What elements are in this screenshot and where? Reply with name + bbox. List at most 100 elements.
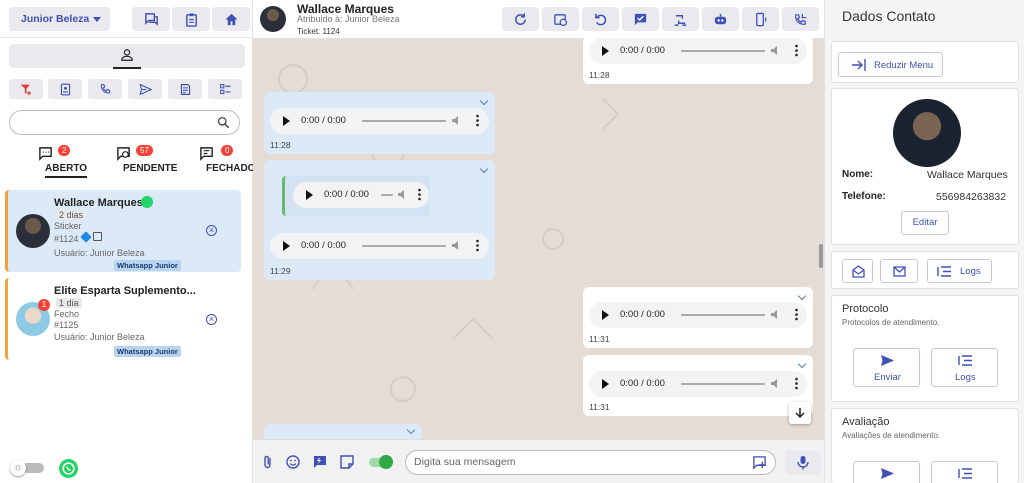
more-vert-icon[interactable] xyxy=(476,114,479,127)
chevron-down-icon[interactable] xyxy=(797,291,807,301)
quick-reply-icon[interactable] xyxy=(312,454,328,470)
tab-pendente[interactable]: PENDENTE 57 xyxy=(98,144,177,182)
user-select[interactable]: Junior Beleza xyxy=(9,7,110,31)
more-vert-icon[interactable] xyxy=(418,188,421,201)
chevron-down-icon[interactable] xyxy=(479,164,489,174)
volume-icon[interactable] xyxy=(452,240,462,251)
device-button[interactable] xyxy=(742,7,779,31)
quoted-message[interactable]: 0:00 / 0:00 xyxy=(282,176,430,216)
play-icon[interactable] xyxy=(283,116,290,126)
audio-player[interactable]: 0:00 / 0:00 xyxy=(589,371,807,397)
reload-button[interactable] xyxy=(502,7,539,31)
volume-icon[interactable] xyxy=(771,45,781,56)
chevron-down-icon[interactable] xyxy=(479,96,489,106)
sticker-icon[interactable] xyxy=(339,454,355,470)
chevron-down-icon[interactable] xyxy=(797,359,807,369)
scrollbar[interactable] xyxy=(819,244,823,268)
message-outgoing: 0:00 / 0:00 11:28 xyxy=(583,36,813,84)
tab-indicator xyxy=(113,67,141,69)
volume-icon[interactable] xyxy=(398,189,408,200)
send-rating-button[interactable] xyxy=(853,461,920,483)
audio-player[interactable]: 0:00 / 0:00 xyxy=(589,38,807,64)
close-ticket-icon[interactable]: × xyxy=(206,314,217,325)
signature-toggle[interactable] xyxy=(369,455,393,469)
more-vert-icon[interactable] xyxy=(795,377,798,390)
theme-toggle[interactable]: ☼ xyxy=(10,460,44,476)
mail-icon xyxy=(893,266,906,277)
schedule-message-icon[interactable] xyxy=(752,455,767,470)
filter-button[interactable] xyxy=(9,79,43,99)
play-icon[interactable] xyxy=(602,379,609,389)
audio-progress[interactable] xyxy=(681,383,765,385)
checklist-button[interactable] xyxy=(208,79,242,99)
call-button[interactable] xyxy=(782,7,819,31)
new-note-button[interactable] xyxy=(168,79,202,99)
ticket-item[interactable]: Wallace Marques 2 dias Sticker #1124 Usu… xyxy=(5,190,241,272)
closed-chat-icon xyxy=(199,147,213,161)
edit-contact-button[interactable]: Editar xyxy=(901,211,949,235)
volume-icon[interactable] xyxy=(452,115,462,126)
logs-button[interactable]: Logs xyxy=(927,259,992,283)
email-button[interactable] xyxy=(880,259,918,283)
audio-progress[interactable] xyxy=(362,120,446,122)
attach-icon[interactable] xyxy=(260,454,276,470)
tasks-button[interactable] xyxy=(172,7,210,31)
bot-button[interactable] xyxy=(702,7,739,31)
my-tickets-tab[interactable] xyxy=(9,44,245,69)
home-button[interactable] xyxy=(212,7,250,31)
whatsapp-icon[interactable] xyxy=(59,459,78,478)
avatar xyxy=(16,214,50,248)
audio-player[interactable]: 0:00 / 0:00 xyxy=(589,302,807,328)
schedule-button[interactable] xyxy=(542,7,579,31)
collapse-right-icon xyxy=(852,59,866,71)
connection-badge: Whatsapp Junior xyxy=(114,260,181,271)
send-button[interactable] xyxy=(128,79,162,99)
note-add-icon xyxy=(180,83,190,95)
audio-time: 0:00 / 0:00 xyxy=(301,240,346,251)
message-time: 11:28 xyxy=(270,140,291,150)
message-time: 11:28 xyxy=(589,70,610,80)
quoted-audio-player[interactable]: 0:00 / 0:00 xyxy=(293,182,429,208)
audio-progress[interactable] xyxy=(362,245,446,247)
play-icon[interactable] xyxy=(306,190,313,200)
ticket-user: Usuário: Junior Beleza xyxy=(54,248,145,258)
rating-logs-button[interactable] xyxy=(931,461,998,483)
scroll-down-button[interactable] xyxy=(789,402,811,424)
import-contacts-button[interactable] xyxy=(48,79,82,99)
phone-label: Telefone: xyxy=(842,191,886,202)
message-input[interactable]: Digita sua mensagem xyxy=(405,450,776,475)
volume-icon[interactable] xyxy=(771,309,781,320)
open-mail-button[interactable] xyxy=(842,259,873,283)
transfer-button[interactable] xyxy=(662,7,699,31)
audio-progress[interactable] xyxy=(681,50,765,52)
app: Junior Beleza ABERTO 2 PENDENTE 57 FECHA… xyxy=(0,0,1024,483)
play-icon[interactable] xyxy=(283,241,290,251)
collapse-menu-button[interactable]: Reduzir Menu xyxy=(838,52,943,77)
send-icon xyxy=(881,468,894,479)
audio-player[interactable]: 0:00 / 0:00 xyxy=(270,108,489,134)
audio-progress[interactable] xyxy=(381,194,393,196)
play-icon[interactable] xyxy=(602,46,609,56)
tab-aberto[interactable]: ABERTO 2 xyxy=(26,144,88,182)
search-input[interactable] xyxy=(9,110,240,135)
return-ticket-button[interactable] xyxy=(582,7,619,31)
protocol-logs-button[interactable]: Logs xyxy=(931,348,998,387)
more-vert-icon[interactable] xyxy=(476,239,479,252)
resolve-button[interactable] xyxy=(622,7,659,31)
audio-player[interactable]: 0:00 / 0:00 xyxy=(270,233,489,259)
play-icon[interactable] xyxy=(602,310,609,320)
record-audio-button[interactable] xyxy=(785,450,821,475)
volume-icon[interactable] xyxy=(771,378,781,389)
more-vert-icon[interactable] xyxy=(795,308,798,321)
send-protocol-button[interactable]: Enviar xyxy=(853,348,920,387)
more-vert-icon[interactable] xyxy=(795,44,798,57)
ticket-last-message: Sticker xyxy=(54,221,82,231)
chats-button[interactable] xyxy=(132,7,170,31)
chevron-down-icon[interactable] xyxy=(406,425,416,435)
tab-fechado[interactable]: FECHADO 0 xyxy=(183,144,255,182)
audio-progress[interactable] xyxy=(681,314,765,316)
ticket-item[interactable]: 1 Elite Esparta Suplemento... 1 dia Fech… xyxy=(5,278,241,360)
close-ticket-icon[interactable]: × xyxy=(206,225,217,236)
emoji-icon[interactable] xyxy=(285,454,301,470)
call-button[interactable] xyxy=(88,79,122,99)
